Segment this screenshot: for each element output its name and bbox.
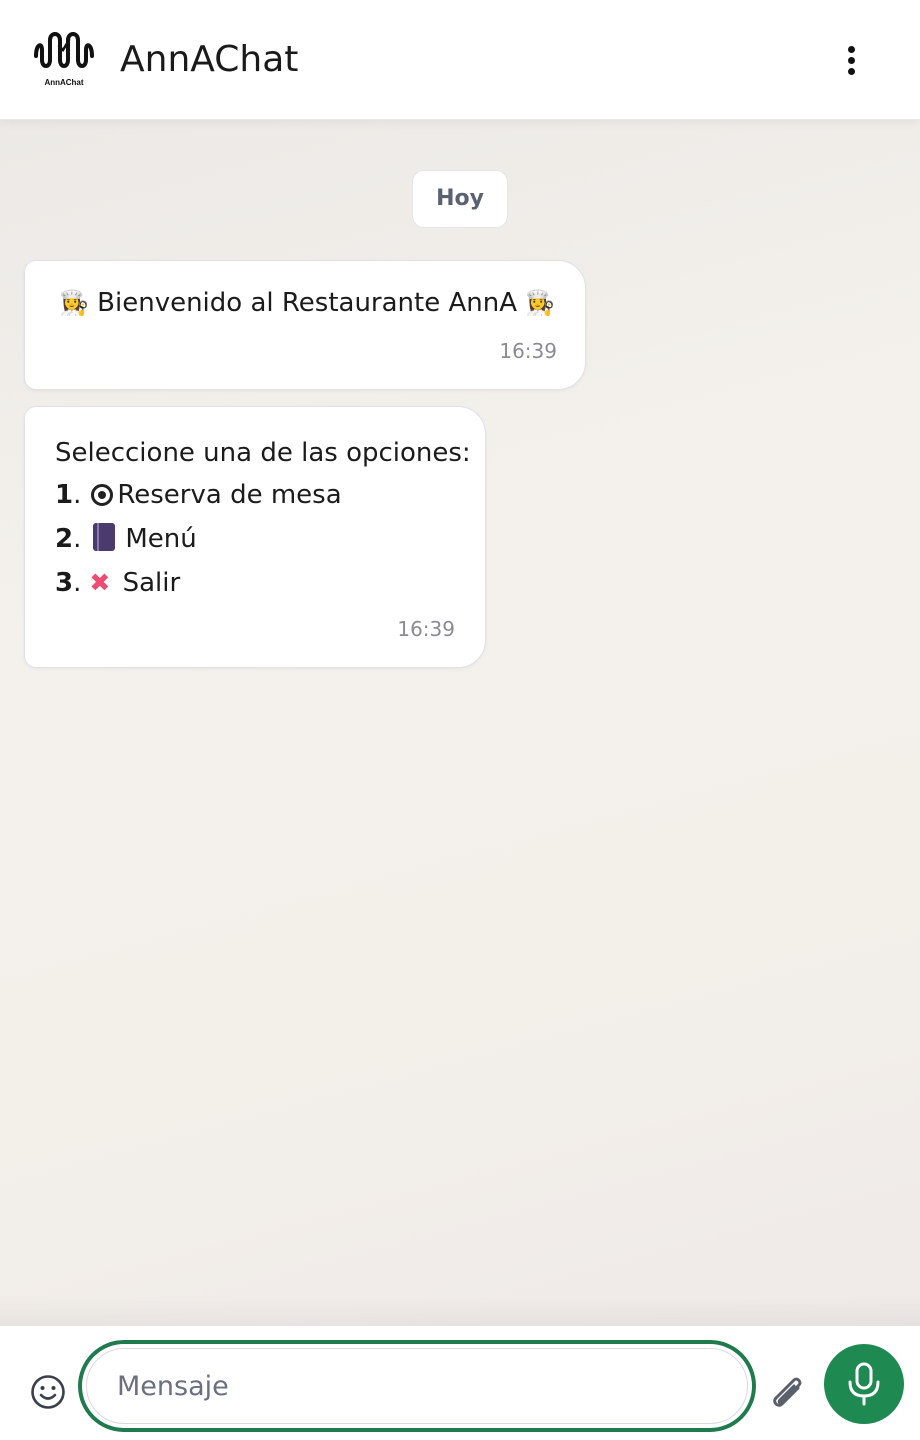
composer-bar: [0, 1326, 920, 1440]
message-input[interactable]: [86, 1348, 748, 1424]
date-separator: Hoy: [412, 170, 508, 228]
message-input-wrapper: [78, 1340, 756, 1432]
paperclip-icon: [773, 1377, 802, 1407]
plate-icon: [91, 484, 114, 506]
cook-icon: 👩‍🍳: [525, 289, 556, 317]
option-item: 1. Reserva de mesa: [55, 480, 342, 510]
logo-mark-icon: [34, 32, 94, 68]
option-item: 3. ✖ Salir: [55, 563, 180, 603]
cook-icon: 👩‍🍳: [59, 289, 89, 317]
message-intro: Seleccione una de las opciones:: [55, 438, 471, 468]
message-bubble[interactable]: Seleccione una de las opciones: 1. Reserv…: [24, 406, 486, 668]
book-icon: [93, 523, 116, 551]
option-label: Salir: [122, 568, 181, 598]
app-header: AnnAChat AnnAChat: [0, 0, 920, 120]
option-number: 2: [55, 524, 74, 554]
option-label: Reserva de mesa: [117, 480, 342, 510]
option-label: Menú: [125, 524, 197, 554]
chat-area[interactable]: Hoy 👩‍🍳 Bienvenido al Restaurante AnnA 👩…: [0, 120, 920, 1326]
annachat-logo: AnnAChat: [32, 26, 96, 90]
message-time: 16:39: [397, 617, 455, 641]
option-item: 2. Menú: [55, 523, 197, 554]
app-title: AnnAChat: [120, 39, 299, 80]
attach-button[interactable]: [766, 1370, 806, 1414]
cross-mark-icon: ✖: [89, 568, 111, 597]
option-number: 3: [55, 568, 74, 598]
option-number: 1: [55, 480, 74, 510]
smiley-icon: [31, 1375, 65, 1409]
message-text: Bienvenido al Restaurante AnnA: [97, 288, 518, 318]
message-bubble[interactable]: 👩‍🍳 Bienvenido al Restaurante AnnA 👩‍🍳 1…: [24, 260, 586, 390]
more-options-button[interactable]: [836, 40, 868, 80]
message-time: 16:39: [499, 339, 557, 363]
microphone-icon: [848, 1362, 880, 1406]
emoji-button[interactable]: [30, 1374, 66, 1410]
voice-record-button[interactable]: [824, 1344, 904, 1424]
more-vertical-icon: [848, 46, 855, 53]
logo-caption: AnnAChat: [44, 78, 84, 87]
